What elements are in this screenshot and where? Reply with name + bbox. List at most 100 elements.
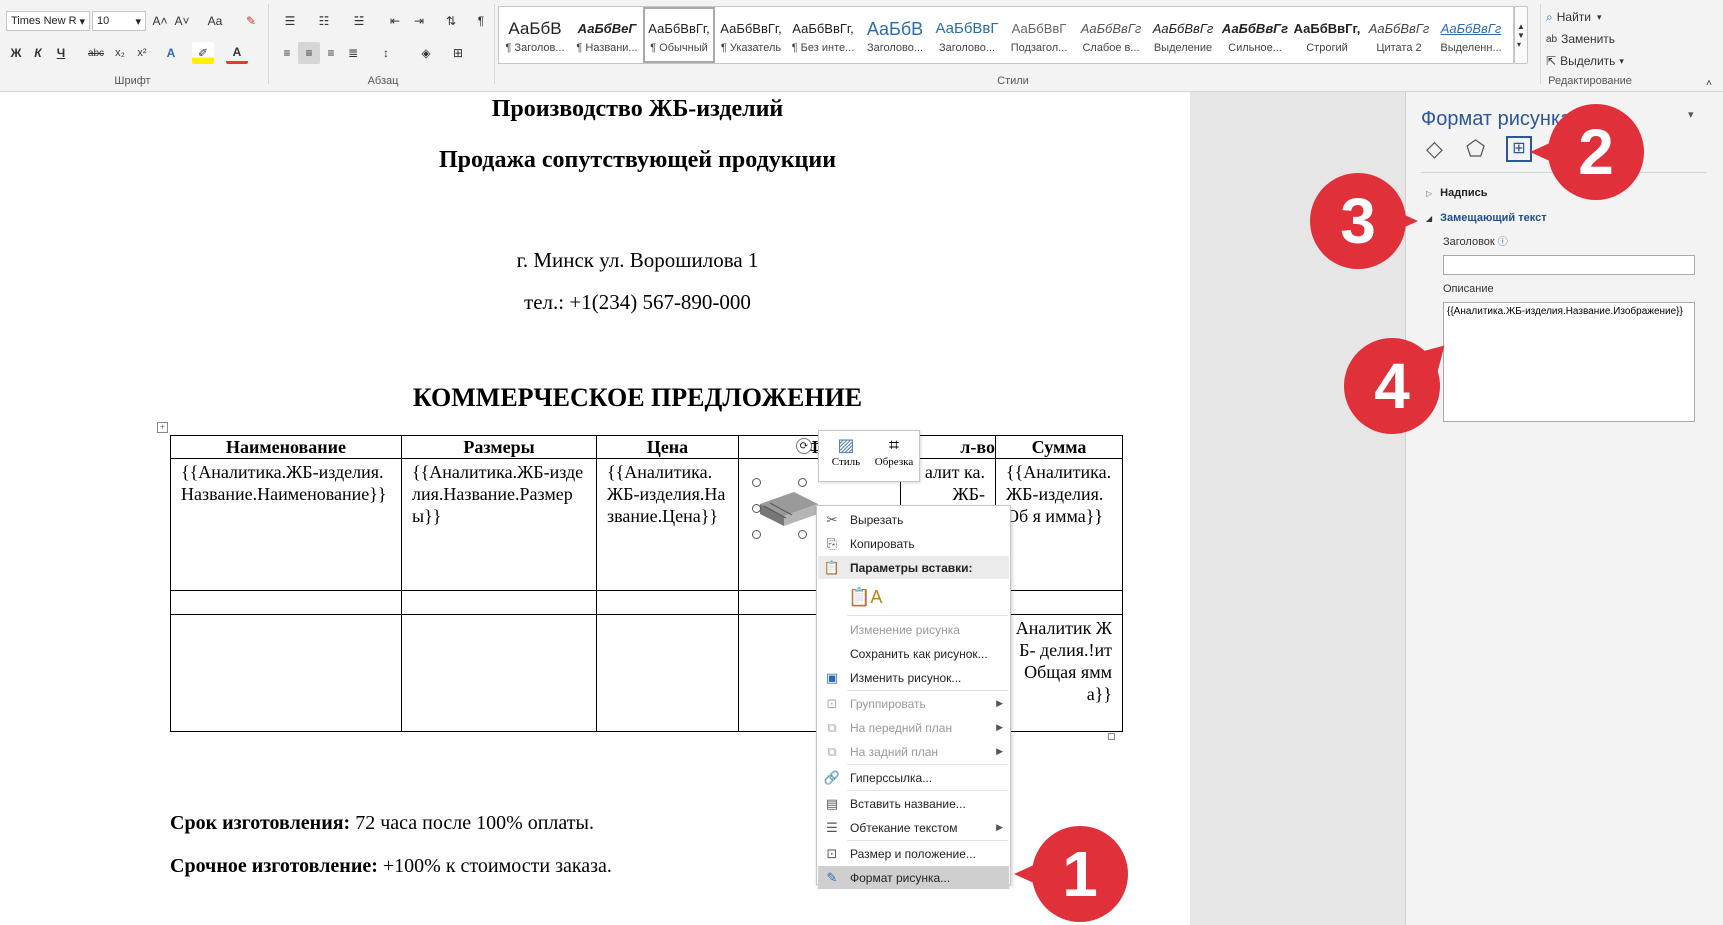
- align-left-icon[interactable]: ≡: [276, 42, 298, 64]
- font-size-combo[interactable]: 10 ▾: [92, 11, 146, 31]
- cell-price[interactable]: {{Аналитика.ЖБ-изделия.Название.Цена}}: [596, 458, 739, 591]
- font-color-icon[interactable]: A: [226, 42, 248, 64]
- style-name: Выделенн...: [1440, 42, 1502, 54]
- style-item[interactable]: АаБбВеГ ¶ Названи...: [571, 7, 643, 63]
- rotate-handle-icon[interactable]: ⟳: [796, 438, 812, 454]
- resize-handle-icon[interactable]: [798, 530, 807, 539]
- menu-item-paste-text-only[interactable]: 📋A: [818, 582, 1009, 612]
- style-item[interactable]: АаБбВ ¶ Заголов...: [499, 7, 571, 63]
- pane-scrollbar[interactable]: [1706, 92, 1723, 925]
- resize-handle-icon[interactable]: [798, 478, 807, 487]
- fill-line-icon[interactable]: ◇: [1426, 136, 1443, 162]
- field-desc-label: Описание: [1443, 283, 1494, 295]
- menu-item-format-picture[interactable]: ✎ Формат рисунка...: [818, 866, 1009, 889]
- document-page[interactable]: Производство ЖБ-изделий Продажа сопутств…: [0, 92, 1190, 925]
- select-button[interactable]: ⇱ Выделить ▾: [1546, 50, 1636, 72]
- style-name: Подзагол...: [1010, 42, 1068, 54]
- style-item[interactable]: АаБбВвГ Заголово...: [931, 7, 1003, 63]
- font-name-combo[interactable]: Times New R ▾: [6, 11, 90, 31]
- menu-item-save-as-picture[interactable]: Сохранить как рисунок...: [818, 642, 1009, 665]
- menu-item-hyperlink[interactable]: 🔗 Гиперссылка...: [818, 766, 1009, 789]
- cell-name[interactable]: {{Аналитика.ЖБ-изделия.Название.Наименов…: [170, 458, 402, 591]
- menu-item-size-position[interactable]: ⊡ Размер и положение...: [818, 842, 1009, 865]
- menu-item-copy[interactable]: ⎘ Копировать: [818, 532, 1009, 555]
- table-move-handle-icon[interactable]: +: [157, 422, 168, 433]
- superscript-button[interactable]: x²: [132, 42, 152, 64]
- menu-item-cut[interactable]: ✂ Вырезать: [818, 508, 1009, 531]
- subscript-button[interactable]: x₂: [110, 42, 130, 64]
- table-cell[interactable]: [995, 590, 1123, 615]
- show-marks-button[interactable]: ¶: [470, 10, 492, 32]
- table-cell[interactable]: [170, 614, 402, 732]
- menu-item-change-picture[interactable]: ▣ Изменить рисунок...: [818, 666, 1009, 689]
- multilevel-list-icon[interactable]: ☱: [344, 10, 374, 32]
- clear-format-icon[interactable]: ✎: [240, 10, 262, 32]
- grow-font-button[interactable]: A˄: [150, 10, 170, 32]
- style-item[interactable]: АаБбВвГг, Строгий: [1291, 7, 1363, 63]
- selected-picture[interactable]: [752, 478, 822, 539]
- menu-item-wrap-text[interactable]: ☰ Обтекание текстом ▶: [818, 816, 1009, 839]
- strikethrough-button[interactable]: abc: [84, 42, 108, 64]
- sort-icon[interactable]: ⇅: [440, 10, 462, 32]
- title-input[interactable]: [1443, 255, 1695, 275]
- resize-handle-icon[interactable]: [752, 478, 761, 487]
- style-item[interactable]: АаБбВ Заголово...: [859, 7, 931, 63]
- style-button[interactable]: ▨ Стиль: [823, 435, 869, 479]
- table-cell[interactable]: [170, 590, 402, 615]
- justify-icon[interactable]: ≣: [342, 42, 364, 64]
- section-caption[interactable]: ▷ Надпись: [1426, 187, 1488, 199]
- borders-icon[interactable]: ⊞: [444, 42, 472, 64]
- highlight-color-icon[interactable]: ✐: [192, 42, 214, 64]
- underline-button[interactable]: Ч: [50, 42, 72, 64]
- collapse-ribbon-icon[interactable]: ˄: [1700, 72, 1718, 94]
- bullets-icon[interactable]: ☰: [276, 10, 304, 32]
- bold-button[interactable]: Ж: [6, 42, 26, 64]
- style-item[interactable]: АаБбВвГг Слабое в...: [1075, 7, 1147, 63]
- line-spacing-icon[interactable]: ↕: [372, 42, 400, 64]
- cell-total-sum[interactable]: Аналитик ЖБ- делия.!ит Общая ямма}}: [995, 614, 1123, 732]
- align-center-icon[interactable]: ≡: [298, 42, 320, 64]
- pane-options-icon[interactable]: ▾: [1688, 108, 1694, 121]
- style-item[interactable]: АаБбВвГг, ¶ Указатель: [715, 7, 787, 63]
- change-case-button[interactable]: Aa: [200, 10, 230, 32]
- effects-icon[interactable]: ⬠: [1466, 136, 1485, 162]
- section-alt-text[interactable]: ◢ Замещающий текст: [1426, 212, 1547, 224]
- resize-handle-icon[interactable]: [752, 504, 761, 513]
- italic-button[interactable]: К: [28, 42, 48, 64]
- table-resize-handle-icon[interactable]: [1108, 733, 1115, 740]
- table-cell[interactable]: [401, 614, 597, 732]
- align-right-icon[interactable]: ≡: [320, 42, 342, 64]
- style-item[interactable]: АаБбВвГг Выделение: [1147, 7, 1219, 63]
- find-button[interactable]: ⌕ Найти ▾: [1546, 6, 1636, 28]
- replace-button[interactable]: ab Заменить: [1546, 28, 1636, 50]
- numbering-icon[interactable]: ☷: [310, 10, 338, 32]
- menu-label: Копировать: [850, 536, 915, 551]
- table-cell[interactable]: [401, 590, 597, 615]
- style-item[interactable]: АаБбВвГг, ¶ Без инте...: [787, 7, 859, 63]
- step-badge-4: 4: [1344, 335, 1455, 434]
- style-preview: АаБбВвГг: [1368, 21, 1430, 36]
- doc-title-1: Производство ЖБ-изделий: [491, 96, 784, 122]
- style-item[interactable]: АаБбВвГг Цитата 2: [1363, 7, 1435, 63]
- badge-number: 4: [1374, 350, 1410, 422]
- style-item[interactable]: АаБбВвГг Сильное...: [1219, 7, 1291, 63]
- style-item[interactable]: АаБбВвГ Подзагол...: [1003, 7, 1075, 63]
- gallery-scroll-icon[interactable]: ▲ ▼ ▾: [1514, 6, 1528, 64]
- text-effects-icon[interactable]: A: [160, 42, 182, 64]
- cell-sizes[interactable]: {{Аналитика.ЖБ-изделия.Название.Размеры}…: [401, 458, 597, 591]
- menu-item-insert-caption[interactable]: ▤ Вставить название...: [818, 792, 1009, 815]
- shading-icon[interactable]: ◈: [412, 42, 440, 64]
- doc-phone: тел.: +1(234) 567-890-000: [524, 290, 751, 314]
- style-item[interactable]: АаБбВвГг, ¶ Обычный: [643, 7, 715, 63]
- shrink-font-button[interactable]: A˅: [172, 10, 192, 32]
- description-textarea[interactable]: {{Аналитика.ЖБ-изделия.Название.Изображе…: [1443, 302, 1695, 422]
- layout-properties-icon[interactable]: ⊞: [1506, 136, 1532, 162]
- decrease-indent-icon[interactable]: ⇤: [384, 10, 406, 32]
- crop-button[interactable]: ⌗ Обрезка: [871, 435, 917, 479]
- table-cell[interactable]: [596, 590, 739, 615]
- cell-sum[interactable]: {{Аналитика.ЖБ-изделия.Об я имма}}: [995, 458, 1123, 591]
- style-item[interactable]: АаБбВвГг Выделенн...: [1435, 7, 1507, 63]
- resize-handle-icon[interactable]: [752, 530, 761, 539]
- table-cell[interactable]: [596, 614, 739, 732]
- increase-indent-icon[interactable]: ⇥: [408, 10, 430, 32]
